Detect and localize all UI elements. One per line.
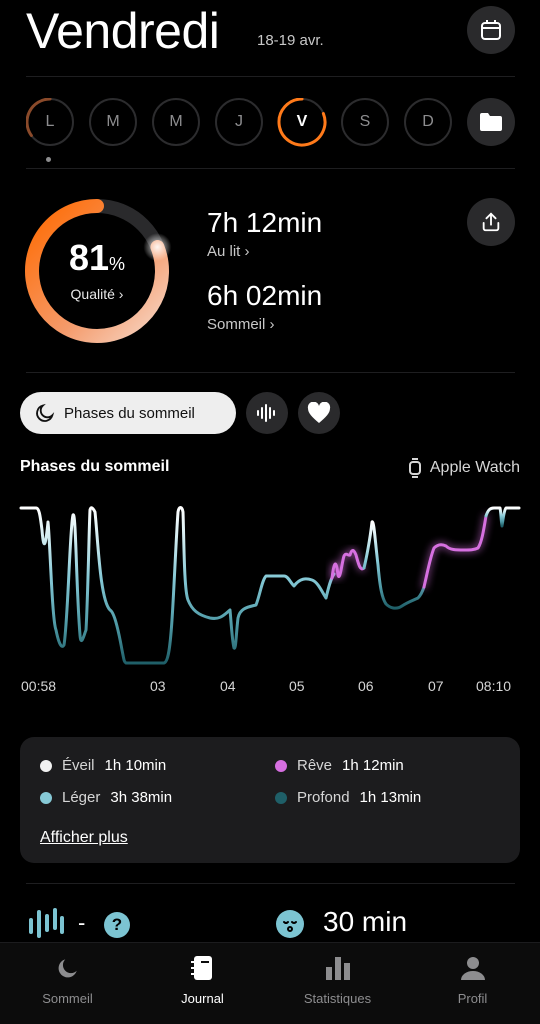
legend-item-deep: Profond 1h 13min [275,789,421,806]
date-range: 18-19 avr. [257,32,324,49]
heart-icon [307,402,331,423]
day-label: V [296,113,308,130]
sleep-value: 6h 02min [207,280,323,311]
calendar-button[interactable] [467,6,515,54]
tab-label: Journal [181,991,224,1006]
time-to-sleep-value: 30 min [323,906,408,937]
x-tick: 06 [358,678,374,694]
divider [26,76,515,77]
share-icon [482,212,500,232]
quality-ring[interactable]: 81% Qualité › [22,196,172,346]
header: Vendredi 18-19 avr. [0,0,540,76]
calendar-icon [481,20,501,40]
moon-icon [53,953,83,983]
legend-dot [275,791,287,804]
sleep-stat[interactable]: 6h 02min Sommeil › [207,280,322,333]
day-tuesday[interactable]: M [89,98,137,146]
snore-icon [29,908,64,938]
hypnogram-line [19,506,336,665]
x-tick: 08:10 [476,678,512,694]
person-icon [458,953,488,983]
tab-label: Profil [457,991,488,1006]
hypnogram-rem-line [330,549,366,580]
tab-label: Statistiques [303,991,372,1006]
in-bed-value: 7h 12min [207,207,323,238]
x-tick: 07 [428,678,444,694]
heart-chip[interactable] [298,392,340,434]
journal-icon [188,953,218,983]
x-tick: 05 [289,678,305,694]
today-marker [46,157,51,162]
day-friday[interactable]: V [278,98,326,146]
help-button[interactable]: ? [104,912,130,938]
legend-item-rem: Rêve 1h 12min [275,757,404,774]
day-thursday[interactable]: J [215,98,263,146]
phases-legend-card: Éveil 1h 10min Rêve 1h 12min Léger 3h 38… [20,737,520,863]
divider [26,372,515,373]
tab-bar: Sommeil Journal Statistiques Profil [0,942,540,1024]
watch-icon [408,458,421,478]
in-bed-label: Au lit › [207,243,250,260]
legend-dot [40,759,52,772]
tab-label: Sommeil [42,991,93,1006]
phases-chip-label: Phases du sommeil [64,404,195,422]
sleepy-face-icon [276,910,304,938]
tab-sleep[interactable]: Sommeil [0,953,135,1006]
folder-icon [480,113,502,131]
tab-journal[interactable]: Journal [135,953,270,1006]
day-label: J [235,113,243,130]
x-tick: 00:58 [21,678,57,694]
hypnogram-chart [19,506,521,665]
page-title: Vendredi [26,3,220,59]
day-label: M [169,113,183,130]
quality-value: 81% [68,237,126,278]
snore-value: - [78,910,86,935]
legend-dot [40,791,52,804]
moon-icon [36,403,55,422]
day-selector: L M M J V S D [26,98,516,148]
tab-profile[interactable]: Profil [405,953,540,1006]
share-button[interactable] [467,198,515,246]
tab-statistics[interactable]: Statistiques [270,953,405,1006]
day-monday[interactable]: L [26,98,74,146]
legend-item-awake: Éveil 1h 10min [40,757,166,774]
device-label: Apple Watch [408,458,520,478]
bar-chart-icon [323,953,353,983]
x-tick: 04 [220,678,236,694]
hypnogram-line [484,506,521,528]
bottom-stats: - ? 30 min [0,882,540,942]
quality-label: Qualité › [70,286,124,302]
day-wednesday[interactable]: M [152,98,200,146]
phases-title: Phases du sommeil [20,458,170,475]
legend-dot [275,759,287,772]
day-saturday[interactable]: S [341,98,389,146]
sound-wave-icon [257,404,275,422]
hypnogram-line [362,520,426,610]
hypnogram-rem-line [422,514,488,589]
folder-button[interactable] [467,98,515,146]
legend-item-light: Léger 3h 38min [40,789,172,806]
sleep-label: Sommeil › [207,316,275,333]
day-label: S [359,113,371,130]
in-bed-stat[interactable]: 7h 12min Au lit › [207,207,322,260]
day-label: L [45,113,55,130]
day-label: D [422,113,434,130]
show-more-link[interactable]: Afficher plus [40,829,128,847]
x-tick: 03 [150,678,166,694]
sound-chip[interactable] [246,392,288,434]
day-sunday[interactable]: D [404,98,452,146]
day-label: M [106,113,120,130]
divider [26,168,515,169]
phases-chip[interactable]: Phases du sommeil [20,392,236,434]
